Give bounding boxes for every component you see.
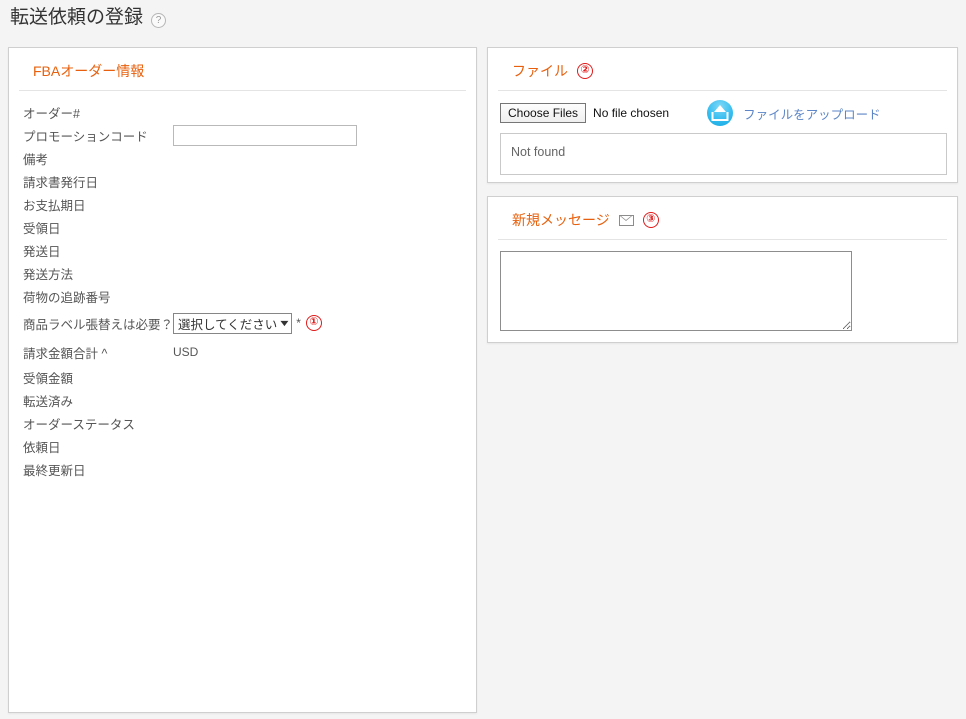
annotation-marker-2: ② [577,63,593,79]
promotion-code-input[interactable] [173,125,357,146]
label-remarks: 備考 [23,153,49,167]
file-panel-header: ファイル ② [498,48,947,91]
field-row-payment-due-date: お支払期日 [23,193,476,216]
label-order-number: オーダー# [23,107,80,121]
label-shipping-method: 発送方法 [23,268,74,282]
annotation-marker-1: ① [305,315,322,331]
new-message-textarea[interactable] [500,251,852,331]
field-row-received-amount: 受領金額 [23,366,476,389]
annotation-marker-3: ③ [642,212,659,228]
field-row-invoice-date: 請求書発行日 [23,170,476,193]
label-payment-due-date: お支払期日 [23,199,86,213]
page-root: 転送依頼の登録 ? FBAオーダー情報 オーダー# プロモーションコード 備考 … [0,0,966,719]
fba-order-info-title: FBAオーダー情報 [33,63,145,79]
page-title-bar: 転送依頼の登録 ? [10,5,167,31]
choose-files-button[interactable]: Choose Files [500,103,587,123]
file-panel: ファイル ② Choose Files No file chosen ファイルを… [487,47,958,183]
new-message-body [488,240,957,331]
label-last-updated: 最終更新日 [23,464,86,478]
field-row-promotion-code: プロモーションコード [23,124,476,147]
label-received-amount: 受領金額 [23,372,74,386]
field-row-shipping-date: 発送日 [23,239,476,262]
file-upload-controls: Choose Files No file chosen ファイルをアップロード [500,100,947,126]
field-row-tracking-number: 荷物の追跡番号 [23,285,476,308]
no-file-chosen-text: No file chosen [593,106,670,120]
file-list-box: Not found [500,133,947,175]
field-row-receipt-date: 受領日 [23,216,476,239]
field-row-request-date: 依頼日 [23,435,476,458]
field-row-order-number: オーダー# [23,101,476,124]
label-order-status: オーダーステータス [23,418,135,432]
new-message-header: 新規メッセージ ③ [498,197,947,240]
required-asterisk: * [296,316,301,330]
new-message-panel: 新規メッセージ ③ [487,196,958,343]
fba-order-info-header: FBAオーダー情報 [19,48,466,91]
file-panel-title: ファイル [512,63,568,79]
file-panel-body: Choose Files No file chosen ファイルをアップロード … [488,91,957,175]
fba-order-info-panel: FBAオーダー情報 オーダー# プロモーションコード 備考 請求書発行日 お支払… [8,47,477,713]
label-tracking-number: 荷物の追跡番号 [23,291,111,305]
page-title: 転送依頼の登録 [10,7,144,28]
label-request-date: 依頼日 [23,441,61,455]
envelope-icon [618,214,634,226]
label-relabel-required: 商品ラベル張替えは必要？ [23,317,174,332]
field-row-total-amount: 請求金額合計 ^ USD [23,338,476,366]
chevron-down-icon: ▼ [278,318,292,328]
label-receipt-date: 受領日 [23,222,61,236]
file-list-empty-text: Not found [511,145,566,159]
label-shipping-date: 発送日 [23,245,61,259]
field-row-shipping-method: 発送方法 [23,262,476,285]
field-row-order-status: オーダーステータス [23,412,476,435]
label-promotion-code: プロモーションコード [23,130,148,144]
relabel-required-select[interactable]: 選択してください ▼ [173,312,293,334]
field-row-relabel-required: 商品ラベル張替えは必要？ 選択してください ▼ * ① [23,308,476,338]
label-forwarded: 転送済み [23,395,74,409]
upload-circle-icon[interactable] [707,100,734,126]
order-field-list: オーダー# プロモーションコード 備考 請求書発行日 お支払期日 受領日 発送日… [9,91,476,481]
label-invoice-date: 請求書発行日 [23,176,99,190]
field-row-remarks: 備考 [23,147,476,170]
relabel-required-selected-value: 選択してください [178,317,278,332]
field-row-forwarded: 転送済み [23,389,476,412]
upload-file-link[interactable]: ファイルをアップロード [743,104,881,123]
field-row-last-updated: 最終更新日 [23,458,476,481]
value-total-amount-currency: USD [173,345,199,359]
label-total-amount: 請求金額合計 ^ [23,346,108,361]
new-message-title: 新規メッセージ [512,212,610,228]
help-circle-icon[interactable]: ? [151,12,167,28]
